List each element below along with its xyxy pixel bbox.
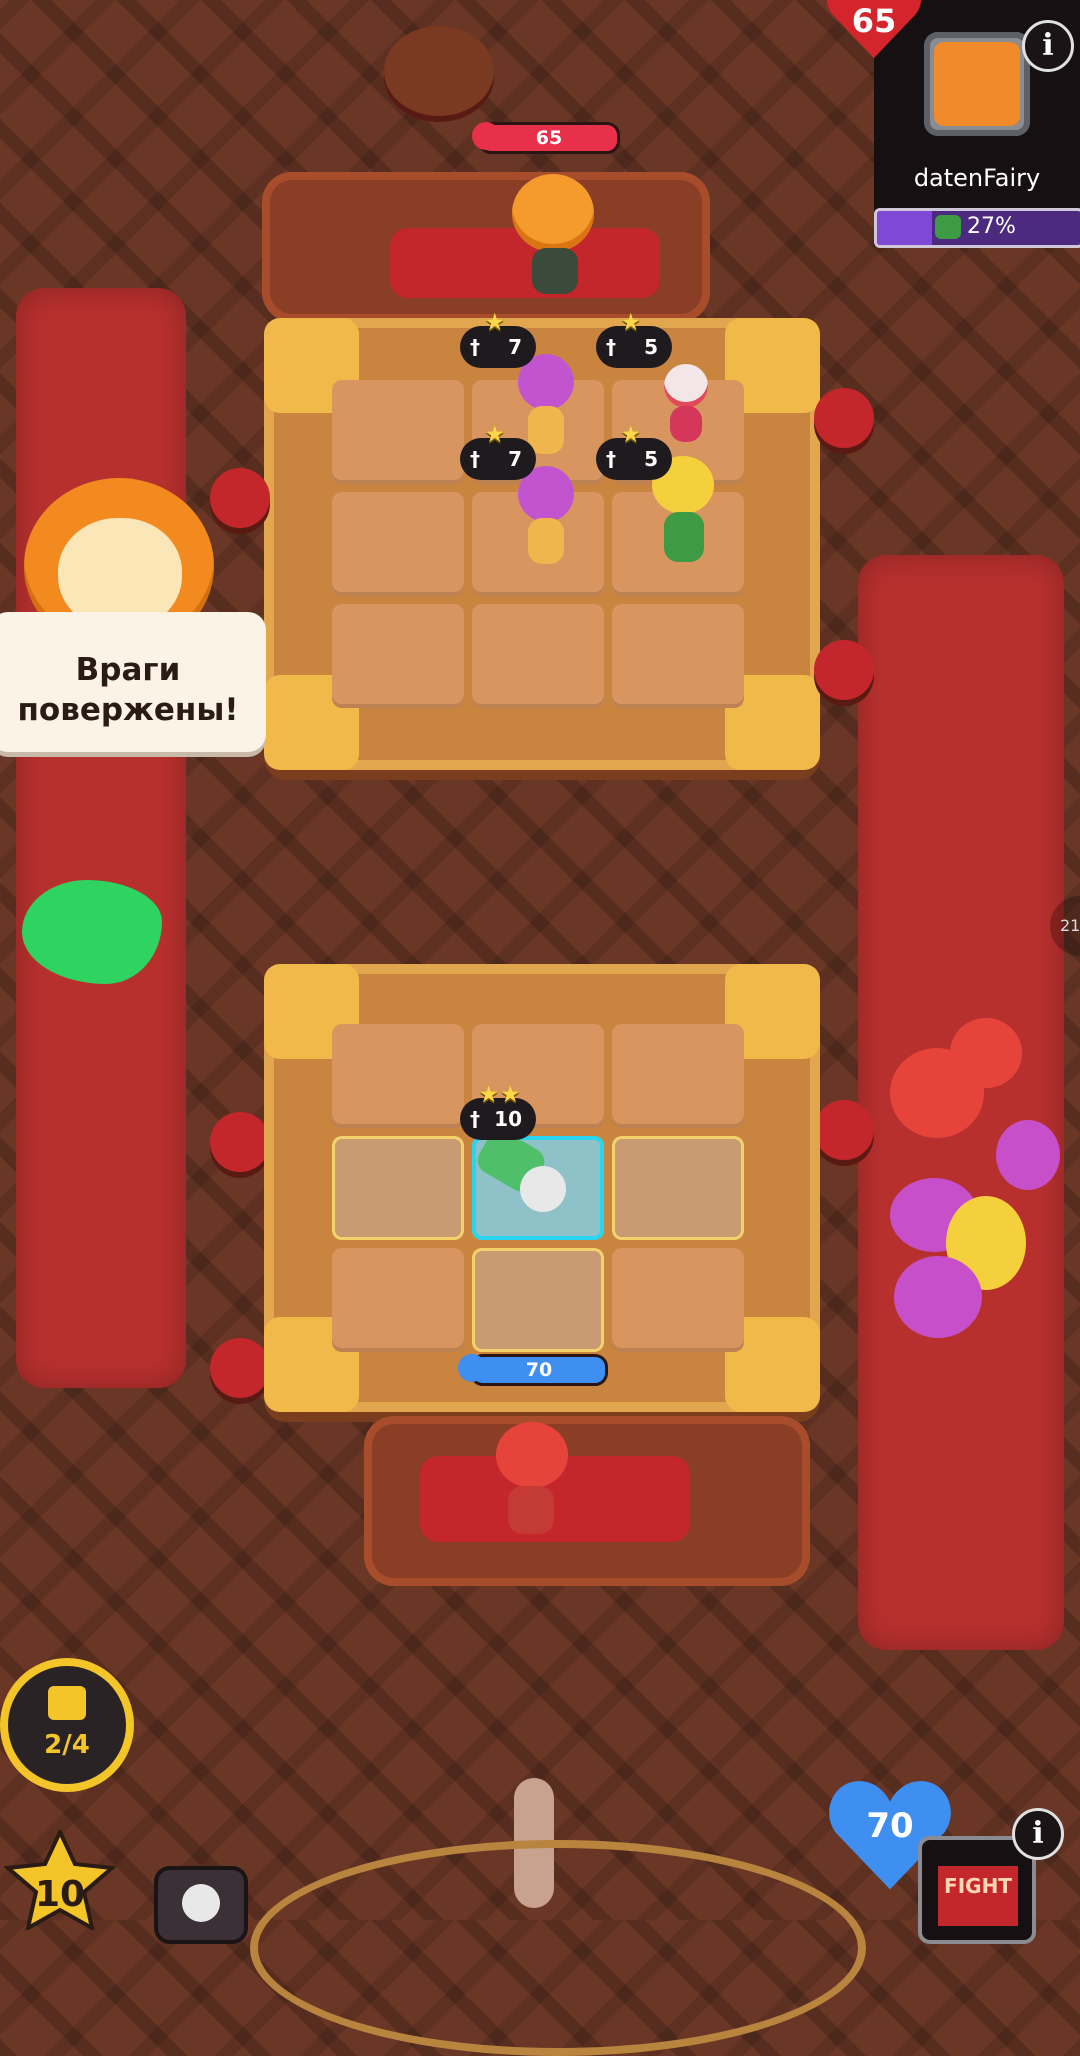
player-avatar-frame[interactable]: FIGHT [918,1836,1036,1944]
board-cell[interactable] [472,1248,604,1352]
speech-text: Враги повержены! [0,650,266,730]
speech-line-1: Враги [75,652,181,688]
lock-count: 2/4 [44,1730,90,1760]
sword-icon: † [470,1107,480,1131]
board-cell[interactable] [612,604,744,708]
board-cell[interactable] [332,1248,464,1352]
unit-level-badge: ★ † 7 [460,420,536,480]
opponent-name: datenFairy [913,164,1041,192]
purple-skull-creep [996,1120,1060,1190]
unit-level-badge: ★ † 7 [460,308,536,368]
mime-head [664,364,708,408]
opponent-progress-text: 27% [967,214,1016,239]
star-icon: ★★ [478,1080,522,1108]
player-hero-hp-value: 70 [525,1359,553,1381]
stool [210,1112,270,1172]
lock-icon [48,1686,86,1720]
barrel [384,26,494,116]
tomato-head [496,1422,568,1488]
unit-level-badge: ★★ † 10 [460,1080,536,1140]
unit-body [528,518,564,564]
player-hero-hp-bar: 70 [470,1354,608,1386]
board-cell[interactable] [612,1024,744,1128]
board-cell[interactable] [332,380,464,484]
board-cell[interactable] [612,1248,744,1352]
enemy-hero-orange[interactable] [508,168,608,298]
tomato-creep [950,1018,1022,1088]
angry-orange-face [934,42,1020,126]
bench-lock-button[interactable]: 2/4 [8,1666,126,1784]
player-info-button[interactable]: i [1012,1808,1064,1860]
unit-body [670,406,702,442]
unit-level-badge: ★ † 5 [596,420,672,480]
board-cell[interactable] [332,604,464,708]
board-cell[interactable] [472,604,604,708]
hero-body [532,248,578,294]
enemy-hero-hp-value: 65 [535,127,563,149]
fight-label: FIGHT [938,1866,1018,1926]
sword-icon: † [470,335,480,359]
board-cell[interactable] [612,1136,744,1240]
bunny-icon [182,1884,220,1922]
board-cell[interactable] [332,1136,464,1240]
unit-level: 5 [644,335,658,359]
mime-unit-back[interactable] [656,360,716,450]
sword-icon: † [606,447,616,471]
opponent-hp-value: 65 [851,2,897,40]
progress-unit-icon [935,215,961,239]
opponent-progress-bar: 27% [874,208,1080,248]
opponent-avatar[interactable] [924,32,1030,136]
star-icon: ★ [484,420,506,448]
left-carpet [16,288,186,1388]
unit-level-badge: ★ † 5 [596,308,672,368]
orange-head [512,174,594,252]
stool [814,640,874,700]
star-icon: ★ [620,420,642,448]
star-icon: ★ [620,308,642,336]
bunny-button[interactable] [154,1866,248,1944]
board-cell[interactable] [332,1024,464,1128]
stool [210,1338,270,1398]
stool [210,468,270,528]
heart-icon [472,122,500,150]
unit-body [664,512,704,562]
unit-level: 10 [494,1107,522,1131]
sword-icon: † [606,335,616,359]
star-icon: ★ [484,308,506,336]
unit-level: 7 [508,447,522,471]
player-hero-tomato[interactable] [490,1412,580,1542]
shield-heart-icon [458,1354,486,1382]
player-level: 10 [34,1874,86,1915]
hero-body [508,1486,554,1534]
green-cannon-unit[interactable] [472,1125,586,1226]
board-cell[interactable] [332,492,464,596]
speech-line-2: повержены! [17,692,239,728]
stage-arc [250,1840,866,2056]
gunner-head [520,1166,566,1212]
purple-skull-creep [894,1256,982,1338]
unit-body [528,406,564,454]
stool [814,388,874,448]
sword-icon: † [470,447,480,471]
unit-level: 5 [644,447,658,471]
unit-level: 7 [508,335,522,359]
stool [814,1100,874,1160]
opponent-info-button[interactable]: i [1022,20,1074,72]
opponent-progress-fill [877,211,933,245]
speech-bubble: Враги повержены! [0,612,266,752]
